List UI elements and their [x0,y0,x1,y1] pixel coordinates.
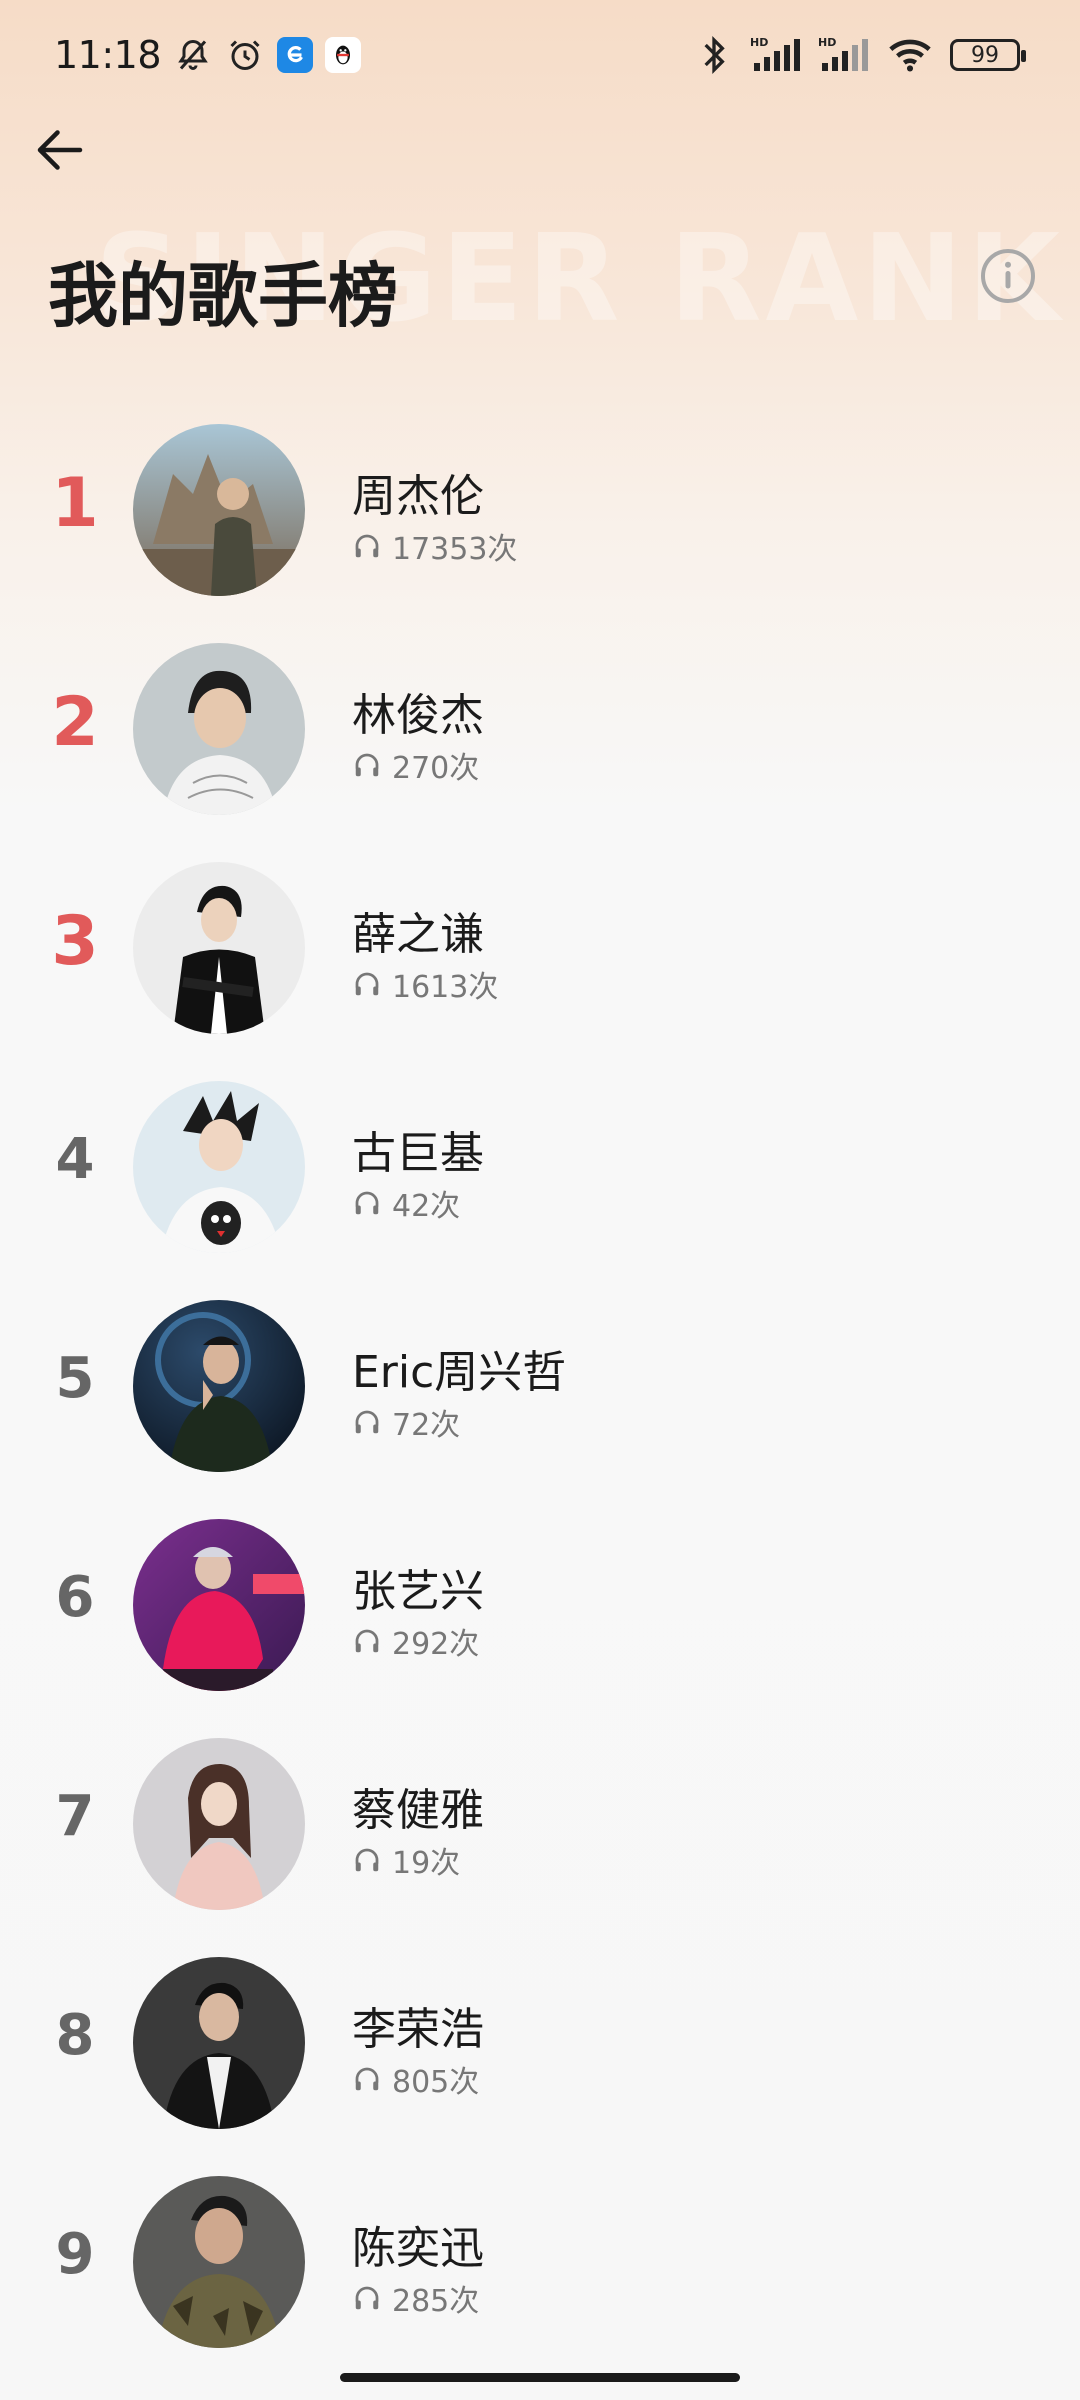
singer-avatar [133,2176,305,2348]
browser-app-icon [277,37,314,73]
singer-name: 张艺兴 [352,1566,484,1617]
status-time: 11:18 [54,33,162,77]
home-indicator[interactable] [340,2373,740,2382]
play-count-text: 19次 [392,1846,461,1881]
headphones-icon [355,972,379,996]
rank-number: 1 [51,464,99,543]
singer-avatar [133,1738,305,1910]
arrow-left-icon [37,130,83,170]
singer-row[interactable]: 6 张艺兴 292次 [0,1515,1080,1734]
singer-row[interactable]: 5 Eric周兴哲 72次 [0,1296,1080,1515]
singer-row[interactable]: 7 蔡健雅 19次 [0,1734,1080,1953]
rank-number: 9 [55,2222,95,2287]
info-icon [981,249,1035,303]
singer-avatar [133,1957,305,2129]
singer-row[interactable]: 9 陈奕迅 285次 [0,2172,1080,2391]
battery-indicator: 99 [950,39,1026,71]
qq-app-icon [325,37,362,73]
svg-text:HD: HD [818,36,836,49]
back-button[interactable] [28,118,92,182]
play-count-text: 805次 [392,2065,480,2100]
play-count: 805次 [352,2057,479,2101]
play-count: 292次 [352,1619,479,1663]
headphones-icon [355,1410,379,1434]
singer-name: Eric周兴哲 [352,1347,567,1398]
singer-name: 李荣浩 [352,2004,484,2055]
play-count: 1613次 [352,962,498,1006]
headphones-icon [355,1629,379,1653]
signal-hd-icon: HD [750,35,802,75]
play-count: 17353次 [352,524,517,568]
play-count: 19次 [352,1838,460,1882]
svg-text:HD: HD [750,36,768,49]
headphones-icon [355,1848,379,1872]
singer-row[interactable]: 1 周杰伦 17353次 [0,420,1080,639]
singer-name: 林俊杰 [352,690,484,741]
singer-row[interactable]: 4 古巨基 42次 [0,1077,1080,1296]
rank-number: 3 [51,902,99,981]
rank-number: 2 [51,683,99,762]
alarm-icon [225,35,265,75]
play-count: 42次 [352,1181,460,1225]
wifi-icon [886,35,934,75]
singer-row[interactable]: 8 李荣浩 805次 [0,1953,1080,2172]
status-left: 11:18 [54,33,362,77]
singer-name: 蔡健雅 [352,1785,484,1836]
singer-avatar [133,1519,305,1691]
headphones-icon [355,2286,379,2310]
singer-name: 古巨基 [352,1128,484,1179]
singer-rank-list: 1 周杰伦 17353次 2 林俊杰 270次 3 薛之谦 1613次 4 古巨… [0,420,1080,2391]
singer-avatar [133,1300,305,1472]
rank-number: 7 [55,1784,95,1849]
info-button[interactable] [978,246,1038,306]
headphones-icon [355,1191,379,1215]
play-count-text: 72次 [392,1408,461,1443]
rank-number: 8 [55,2003,95,2068]
singer-avatar [133,424,305,596]
bluetooth-icon [694,35,734,75]
singer-row[interactable]: 2 林俊杰 270次 [0,639,1080,858]
headphones-icon [355,534,379,558]
rank-number: 4 [55,1127,95,1192]
play-count: 285次 [352,2276,479,2320]
play-count: 72次 [352,1400,460,1444]
status-bar: 11:18 HD HD 99 [0,0,1080,110]
signal-hd-2-icon: HD [818,35,870,75]
play-count-text: 17353次 [392,532,518,567]
play-count-text: 1613次 [392,970,499,1005]
singer-avatar [133,862,305,1034]
singer-avatar [133,1081,305,1253]
rank-number: 5 [55,1346,95,1411]
page-title: 我的歌手榜 [48,255,398,337]
bell-muted-icon [173,35,213,75]
singer-row[interactable]: 3 薛之谦 1613次 [0,858,1080,1077]
singer-name: 周杰伦 [352,471,484,522]
status-right: HD HD 99 [694,35,1026,75]
singer-name: 薛之谦 [352,909,484,960]
rank-number: 6 [55,1565,95,1630]
play-count-text: 270次 [392,751,480,786]
headphones-icon [355,2067,379,2091]
singer-rank-screen: 11:18 HD HD 99 SINGER RANK 我的歌手榜 1 周杰伦 1… [0,0,1080,2400]
headphones-icon [355,753,379,777]
singer-avatar [133,643,305,815]
play-count: 270次 [352,743,479,787]
play-count-text: 42次 [392,1189,461,1224]
play-count-text: 285次 [392,2284,480,2319]
play-count-text: 292次 [392,1627,480,1662]
singer-name: 陈奕迅 [352,2223,484,2274]
